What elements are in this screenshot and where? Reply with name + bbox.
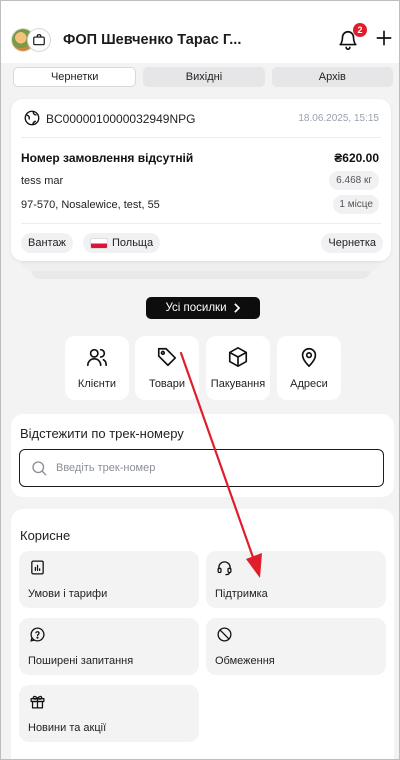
recipient-name: tess mar: [21, 175, 64, 187]
parcel-type-chip: Вантаж: [21, 233, 73, 253]
tile-faq[interactable]: Поширені запитання: [19, 618, 199, 675]
poland-flag-icon: [90, 237, 108, 249]
tile-label: Підтримка: [215, 588, 268, 600]
quick-action-label: Клієнти: [77, 378, 117, 390]
parcel-date: 18.06.2025, 15:15: [298, 113, 379, 124]
useful-title: Корисне: [20, 528, 71, 543]
recipient-address: 97-570, Nosalewice, test, 55: [21, 199, 160, 211]
tab-archive[interactable]: Архів: [271, 67, 393, 87]
help-bubble-icon: [30, 627, 45, 642]
tag-icon: [157, 347, 177, 367]
country-chip: Польща: [83, 233, 161, 253]
map-pin-icon: [301, 347, 317, 368]
app-header: ФОП Шевченко Тарас Г... 2: [1, 1, 399, 63]
status-chip: Чернетка: [321, 233, 383, 253]
track-panel: Відстежити по трек-номеру: [11, 414, 394, 497]
company-name[interactable]: ФОП Шевченко Тарас Г...: [63, 32, 241, 48]
quick-action-products[interactable]: Товари: [135, 336, 199, 400]
useful-panel: Корисне Умови і тарифи Підтримка Поширен…: [11, 509, 394, 759]
all-parcels-label: Усі посилки: [165, 302, 227, 314]
country-name: Польща: [112, 237, 154, 249]
tracking-number-input[interactable]: [19, 449, 384, 487]
parcel-card[interactable]: BC0000010000032949NPG 18.06.2025, 15:15 …: [11, 99, 391, 261]
forbidden-icon: [217, 627, 232, 642]
notification-badge: 2: [353, 23, 367, 37]
parcel-price: ₴620.00: [334, 151, 379, 165]
all-parcels-button[interactable]: Усі посилки: [146, 297, 260, 319]
quick-action-label: Товари: [148, 378, 186, 390]
quick-action-clients[interactable]: Клієнти: [65, 336, 129, 400]
quick-action-addresses[interactable]: Адреси: [277, 336, 341, 400]
tile-restrictions[interactable]: Обмеження: [206, 618, 386, 675]
tile-label: Обмеження: [215, 655, 275, 667]
gift-icon: [30, 695, 45, 709]
account-switcher[interactable]: [27, 28, 51, 52]
divider: [21, 223, 381, 224]
app-screen: ФОП Шевченко Тарас Г... 2 Чернетки Вихід…: [0, 0, 400, 760]
briefcase-icon: [33, 34, 45, 46]
parcel-id: BC0000010000032949NPG: [46, 112, 196, 126]
weight-badge: 6.468 кг: [329, 171, 379, 190]
tile-label: Умови і тарифи: [28, 588, 108, 600]
tile-terms-and-rates[interactable]: Умови і тарифи: [19, 551, 199, 608]
divider: [21, 137, 381, 138]
tab-drafts[interactable]: Чернетки: [13, 67, 137, 87]
chevron-right-icon: [233, 303, 240, 313]
parcel-tabs: Чернетки Вихідні Архів: [13, 67, 393, 87]
clients-icon: [87, 348, 107, 367]
quick-action-label: Адреси: [290, 378, 328, 390]
track-title: Відстежити по трек-номеру: [20, 426, 184, 441]
tab-outgoing[interactable]: Вихідні: [143, 67, 265, 87]
tile-support[interactable]: Підтримка: [206, 551, 386, 608]
places-badge: 1 місце: [333, 195, 379, 214]
tile-label: Новини та акції: [28, 722, 107, 734]
globe-parcel-icon: [24, 110, 40, 126]
quick-action-label: Пакування: [210, 378, 266, 390]
plus-icon[interactable]: [374, 28, 394, 48]
box-icon: [228, 347, 248, 367]
chart-doc-icon: [31, 560, 44, 575]
headset-icon: [217, 561, 232, 576]
search-icon: [32, 461, 47, 476]
quick-action-packaging[interactable]: Пакування: [206, 336, 270, 400]
tile-news-and-promotions[interactable]: Новини та акції: [19, 685, 199, 742]
order-number-status: Номер замовлення відсутній: [21, 151, 194, 165]
tile-label: Поширені запитання: [28, 655, 134, 667]
